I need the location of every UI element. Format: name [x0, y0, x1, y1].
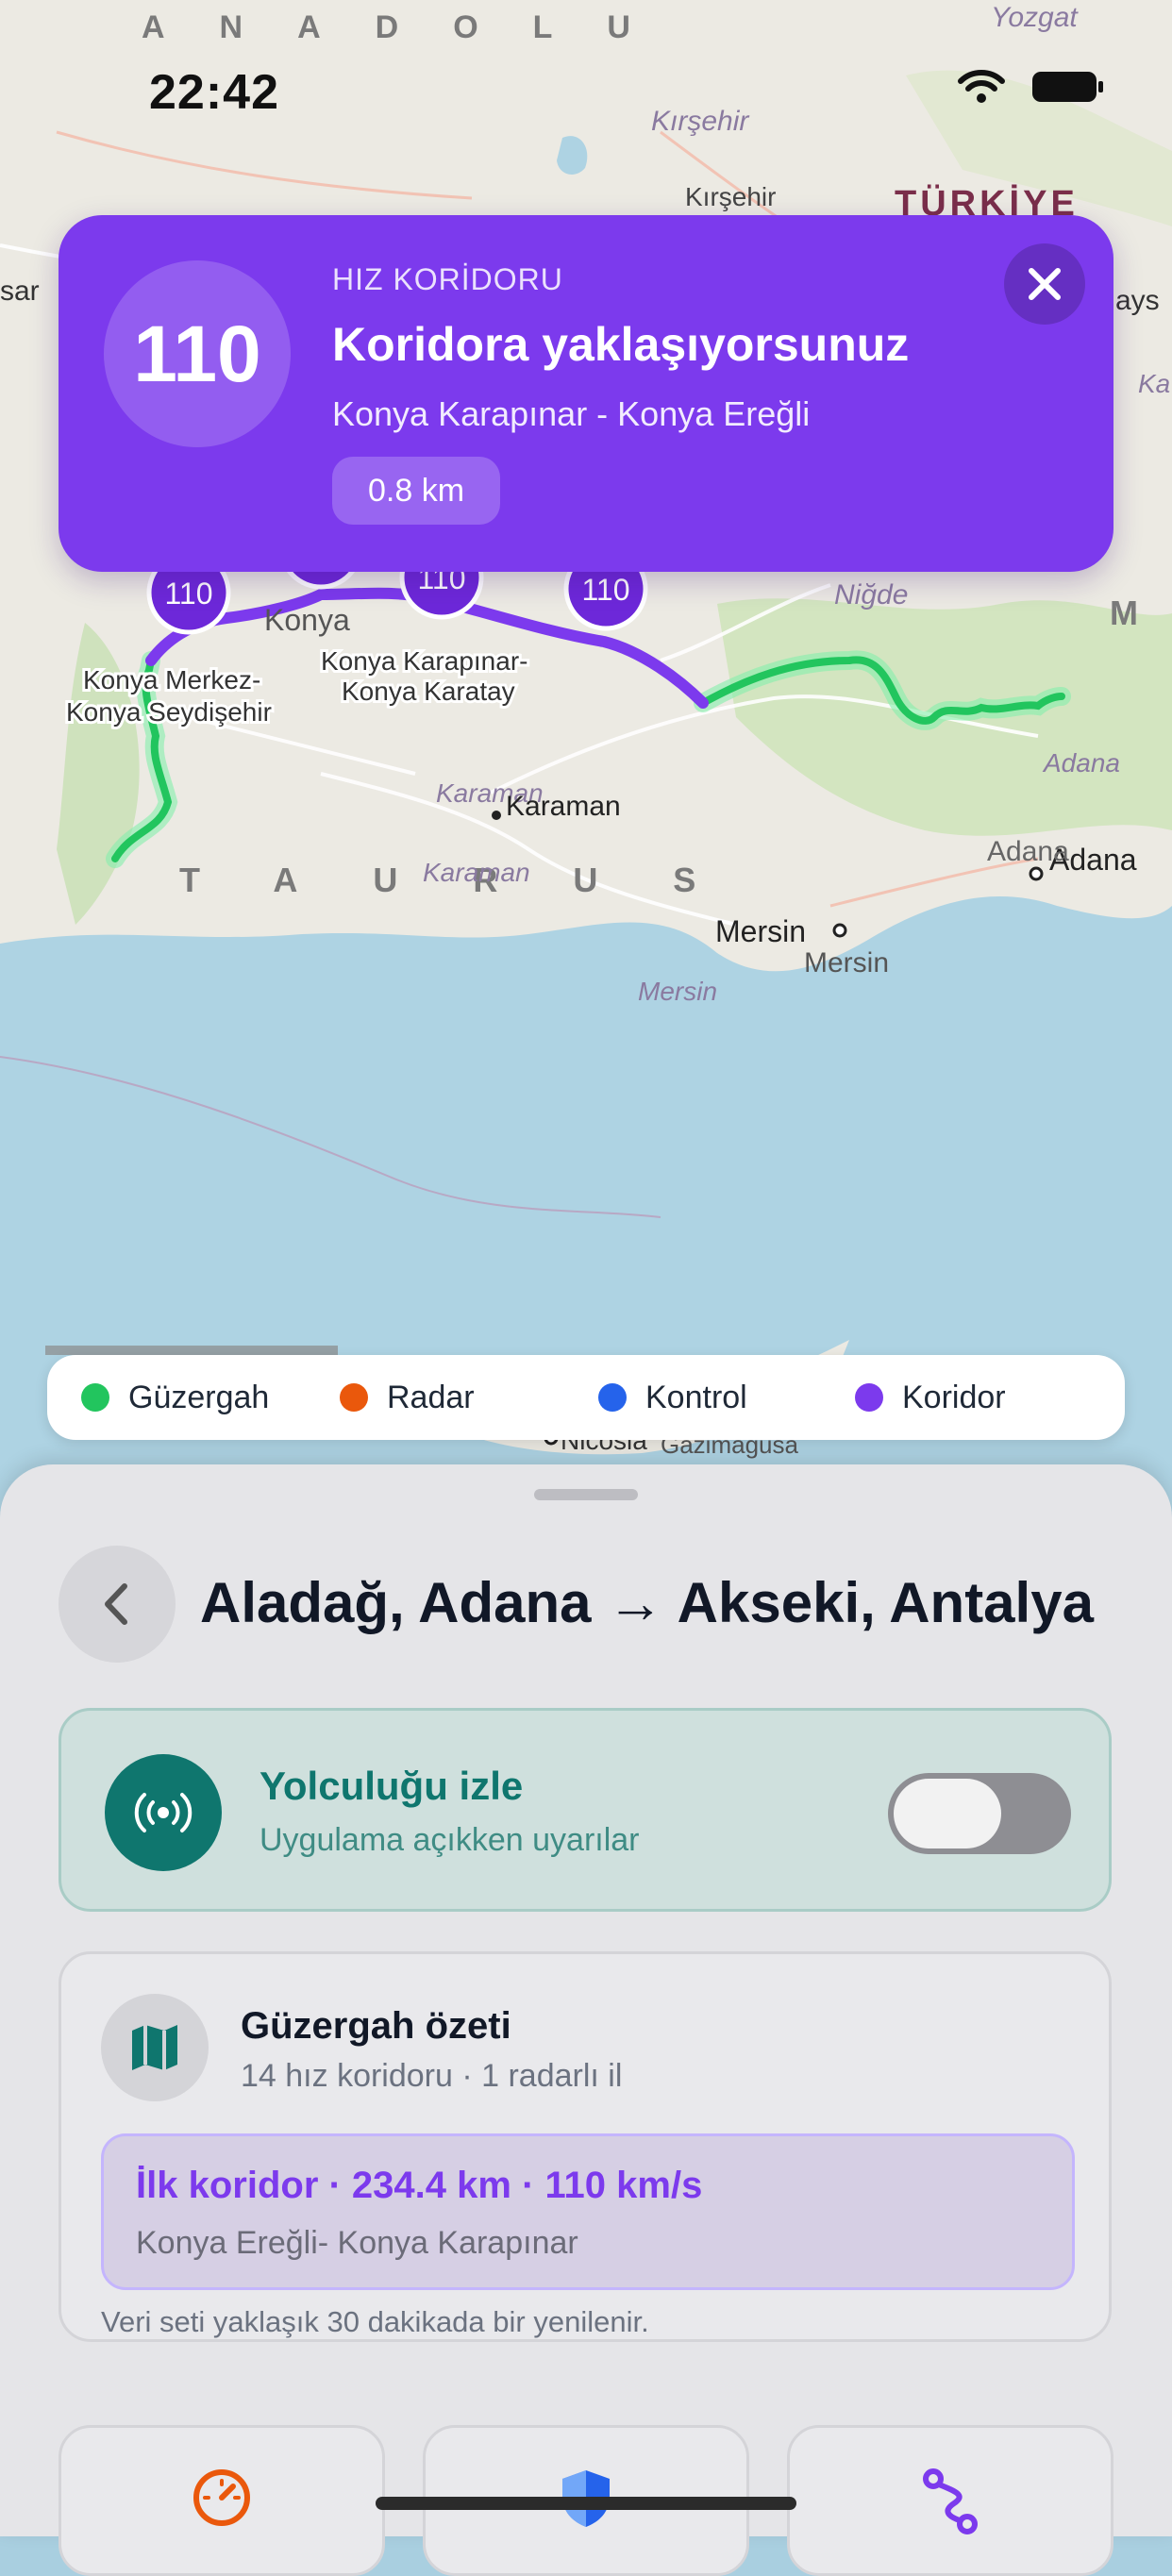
route-title: Aladağ, Adana → Akseki, Antalya	[200, 1571, 1094, 1634]
route-icon	[923, 2468, 978, 2534]
city-label: Kırşehir	[651, 106, 749, 137]
alert-subtitle: Konya Karapınar - Konya Ereğli	[332, 394, 811, 433]
wifi-icon	[958, 70, 1005, 103]
legend-label: Radar	[387, 1379, 475, 1415]
chevron-left-icon	[105, 1583, 127, 1625]
city-label: Ka	[1138, 369, 1170, 398]
close-icon	[1029, 268, 1061, 300]
segment-label-center: Konya Karapınar- Konya Karatay	[318, 644, 530, 709]
city-label: Mersin	[638, 977, 717, 1006]
svg-text:Konya Karapınar-: Konya Karapınar-	[321, 646, 527, 676]
alert-title: Koridora yaklaşıyorsunuz	[332, 318, 910, 371]
legend-dot	[855, 1383, 883, 1412]
legend-dot	[598, 1383, 627, 1412]
city-dot	[832, 923, 847, 938]
track-trip-toggle[interactable]	[888, 1773, 1071, 1854]
summary-subtitle: 14 hız koridoru · 1 radarlı il	[241, 2058, 623, 2094]
sheet-grabber[interactable]	[534, 1489, 638, 1500]
map-legend: Güzergah Radar Kontrol Koridor	[47, 1355, 1125, 1440]
legend-item-route: Güzergah	[81, 1380, 269, 1416]
city-label: Adana	[987, 836, 1069, 867]
legend-dot	[81, 1383, 109, 1412]
speed-marker-label: 110	[581, 573, 629, 607]
close-alert-button[interactable]	[1004, 243, 1085, 325]
data-refresh-note: Veri seti yaklaşık 30 dakikada bir yenil…	[101, 2305, 649, 2338]
first-corridor-box[interactable]: İlk koridor · 234.4 km · 110 km/s Konya …	[101, 2133, 1075, 2290]
city-label: Karaman	[423, 858, 530, 887]
legend-item-control: Kontrol	[598, 1380, 747, 1416]
track-trip-title: Yolculuğu izle	[260, 1764, 524, 1808]
track-trip-card[interactable]: Yolculuğu izle Uygulama açıkken uyarılar	[59, 1708, 1112, 1912]
speed-limit-badge: 110	[104, 260, 291, 447]
city-dot	[1029, 866, 1044, 881]
route-summary-card: Güzergah özeti 14 hız koridoru · 1 radar…	[59, 1951, 1112, 2342]
city-label: Yozgat	[991, 2, 1079, 33]
svg-text:Konya Seydişehir: Konya Seydişehir	[66, 697, 272, 727]
toggle-knob	[894, 1779, 1001, 1848]
city-dot	[492, 811, 501, 820]
region-label: M	[1110, 594, 1138, 632]
legend-item-corridor: Koridor	[855, 1380, 1006, 1416]
radar-tile[interactable]	[59, 2425, 385, 2576]
legend-label: Koridor	[902, 1379, 1006, 1415]
corridor-alert-card[interactable]: 110 HIZ KORİDORU Koridora yaklaşıyorsunu…	[59, 215, 1113, 572]
city-label: Mersin	[804, 947, 889, 979]
legend-label: Kontrol	[645, 1379, 747, 1415]
legend-item-radar: Radar	[340, 1380, 475, 1416]
city-label: Mersin	[715, 914, 806, 948]
svg-text:Konya Karatay: Konya Karatay	[342, 677, 515, 706]
status-time: 22:42	[149, 65, 279, 120]
region-label: ANADOLU	[142, 9, 685, 45]
status-icons	[957, 68, 1106, 106]
back-button[interactable]	[59, 1546, 176, 1663]
first-corridor-route: Konya Ereğli- Konya Karapınar	[136, 2225, 578, 2261]
broadcast-icon	[105, 1754, 222, 1871]
city-label: Konya	[264, 603, 350, 637]
first-corridor-title: İlk koridor · 234.4 km · 110 km/s	[136, 2165, 703, 2206]
city-label: Niğde	[834, 579, 908, 611]
track-trip-subtitle: Uygulama açıkken uyarılar	[260, 1822, 640, 1858]
city-label: sar	[0, 276, 40, 307]
battery-icon	[1032, 72, 1103, 102]
svg-text:Konya Merkez-: Konya Merkez-	[83, 665, 260, 694]
city-label: ays	[1115, 285, 1160, 316]
city-label: Adana	[1042, 748, 1120, 778]
legend-dot	[340, 1383, 368, 1412]
corridor-tile[interactable]	[787, 2425, 1113, 2576]
speedometer-icon	[193, 2469, 250, 2526]
summary-title: Güzergah özeti	[241, 2005, 511, 2047]
map-icon	[101, 1994, 209, 2101]
home-indicator[interactable]	[376, 2497, 796, 2510]
city-label: Karaman	[506, 791, 621, 822]
route-bottom-sheet[interactable]: Aladağ, Adana → Akseki, Antalya Yolculuğ…	[0, 1464, 1172, 2576]
speed-marker-label: 110	[164, 577, 212, 611]
city-label: Kırşehir	[685, 182, 776, 211]
legend-label: Güzergah	[128, 1379, 270, 1415]
map-attribution	[45, 1346, 338, 1355]
alert-kicker: HIZ KORİDORU	[332, 262, 563, 296]
distance-chip: 0.8 km	[332, 457, 501, 525]
